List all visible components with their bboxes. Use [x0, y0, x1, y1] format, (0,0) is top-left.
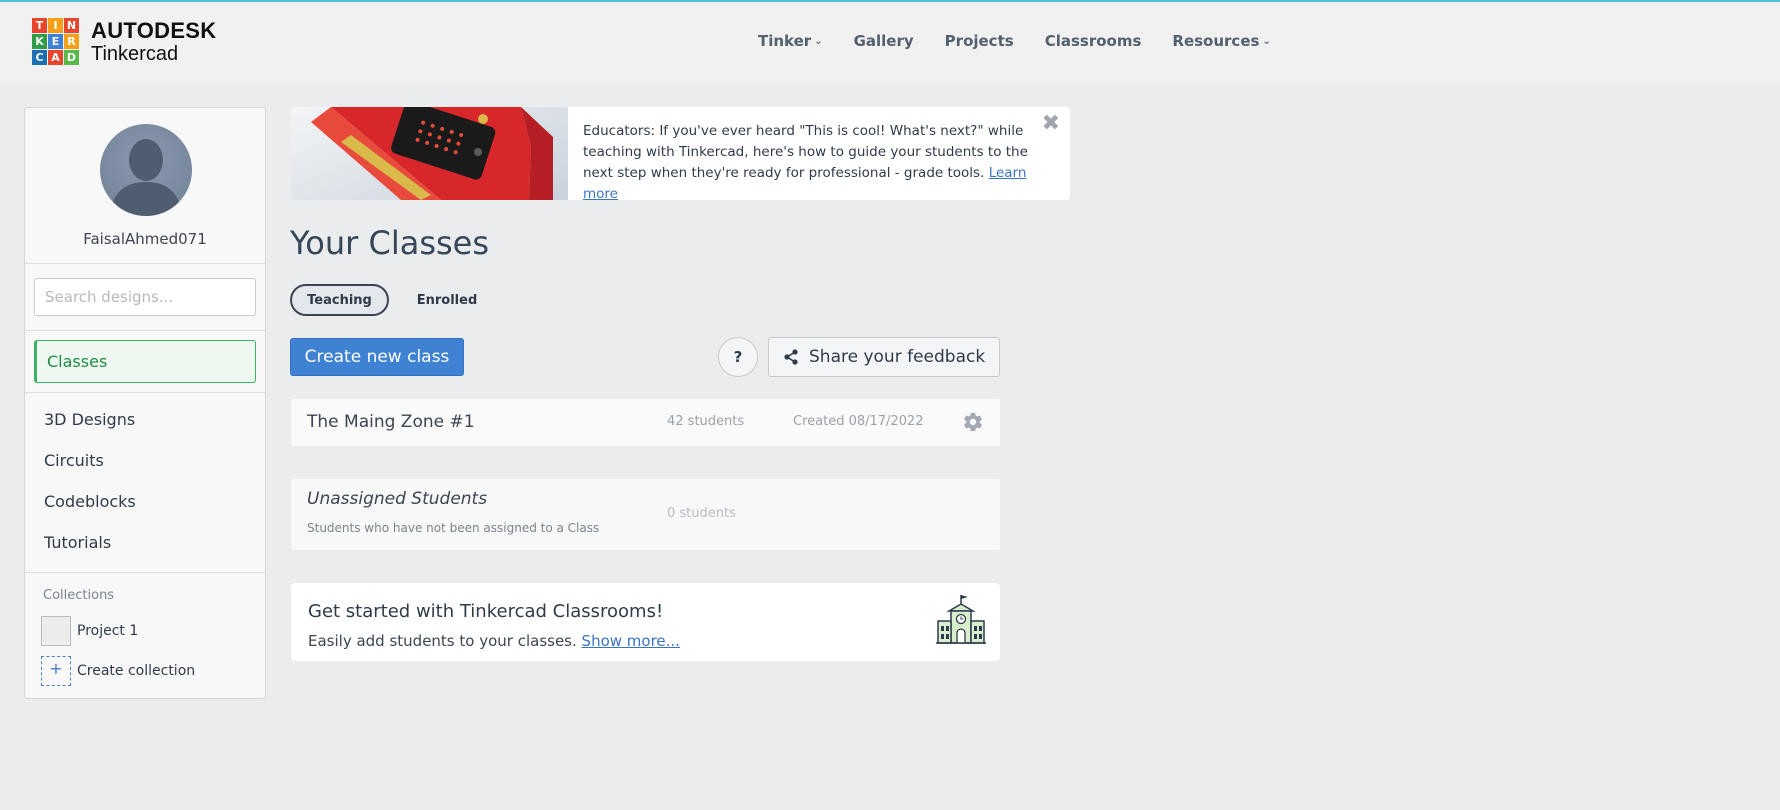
top-navigation-bar: TINKERCAD AUTODESK Tinkercad Tinker ⌄ Gal…	[0, 0, 1780, 82]
nav-resources-label: Resources	[1172, 32, 1260, 50]
logo-letter: C	[32, 50, 47, 65]
help-button[interactable]: ?	[718, 337, 758, 377]
sidebar-item-codeblocks[interactable]: Codeblocks	[44, 492, 136, 511]
collection-item[interactable]: Project 1	[41, 616, 138, 646]
create-collection-label: Create collection	[77, 663, 196, 679]
class-row[interactable]: The Maing Zone #1 42 students Created 08…	[291, 399, 1000, 446]
username[interactable]: FaisalAhmed071	[25, 230, 265, 248]
logo-autodesk: AUTODESK	[91, 17, 217, 43]
educator-banner: Educators: If you've ever heard "This is…	[291, 107, 1070, 200]
class-name[interactable]: The Maing Zone #1	[307, 412, 475, 432]
sidebar-item-tutorials[interactable]: Tutorials	[44, 533, 111, 552]
collections-heading: Collections	[43, 588, 115, 603]
logo-letter: D	[64, 50, 79, 65]
logo-letter: K	[32, 34, 47, 49]
banner-message: Educators: If you've ever heard "This is…	[583, 123, 1028, 181]
plus-icon: +	[41, 656, 71, 686]
sidebar-item-3d-designs[interactable]: 3D Designs	[44, 410, 135, 429]
get-started-description: Easily add students to your classes. Sho…	[308, 632, 680, 650]
tinkercad-logo[interactable]: TIN KER CAD AUTODESK Tinkercad	[32, 18, 216, 65]
page-title: Your Classes	[290, 224, 490, 262]
nav-projects-label: Projects	[944, 32, 1014, 50]
microbit-illustration	[311, 107, 553, 200]
get-started-text: Easily add students to your classes.	[308, 632, 577, 650]
nav-tinker[interactable]: Tinker ⌄	[758, 32, 823, 50]
banner-text: Educators: If you've ever heard "This is…	[583, 121, 1053, 200]
nav-classrooms-label: Classrooms	[1044, 32, 1142, 50]
logo-letter: R	[64, 34, 79, 49]
unassigned-students-row[interactable]: Unassigned Students Students who have no…	[291, 479, 1000, 550]
banner-image	[291, 107, 568, 200]
share-icon	[784, 349, 798, 365]
nav-projects[interactable]: Projects	[945, 32, 1014, 50]
chevron-down-icon: ⌄	[814, 35, 823, 47]
create-collection-button[interactable]: + Create collection	[41, 656, 195, 686]
logo-letter-grid: TIN KER CAD	[32, 18, 79, 65]
unassigned-description: Students who have not been assigned to a…	[307, 521, 600, 535]
divider	[25, 330, 265, 331]
share-feedback-label: Share your feedback	[809, 347, 986, 367]
class-created-date: Created 08/17/2022	[793, 414, 924, 429]
create-new-class-button[interactable]: Create new class	[290, 338, 464, 376]
logo-letter: I	[48, 18, 63, 33]
avatar[interactable]	[100, 124, 192, 216]
class-student-count: 42 students	[667, 414, 745, 429]
logo-wordmark: AUTODESK Tinkercad	[91, 17, 217, 65]
get-started-card: Get started with Tinkercad Classrooms! E…	[291, 583, 1000, 661]
tab-enrolled[interactable]: Enrolled	[414, 284, 480, 316]
sidebar: FaisalAhmed071 Classes 3D Designs Circui…	[24, 107, 266, 699]
tab-teaching[interactable]: Teaching	[290, 284, 389, 316]
school-building-icon	[935, 593, 987, 649]
gear-icon[interactable]	[962, 411, 984, 437]
divider	[25, 392, 265, 393]
nav-classrooms[interactable]: Classrooms	[1045, 32, 1142, 50]
collection-thumbnail	[41, 616, 71, 646]
share-feedback-button[interactable]: Share your feedback	[768, 337, 1000, 377]
sidebar-item-circuits[interactable]: Circuits	[44, 451, 104, 470]
unassigned-student-count: 0 students	[667, 506, 736, 521]
logo-letter: T	[32, 18, 47, 33]
nav-tinker-label: Tinker	[758, 32, 812, 50]
logo-letter: N	[64, 18, 79, 33]
logo-tinkercad: Tinkercad	[91, 42, 179, 65]
close-icon[interactable]: ✖	[1042, 113, 1060, 135]
user-silhouette-icon	[110, 139, 182, 216]
nav-gallery-label: Gallery	[853, 32, 914, 50]
show-more-link[interactable]: Show more...	[582, 632, 680, 650]
sidebar-item-classes[interactable]: Classes	[34, 340, 256, 383]
collection-label: Project 1	[77, 623, 139, 639]
search-designs-input[interactable]	[34, 278, 256, 316]
logo-letter: A	[48, 50, 63, 65]
main-nav: Tinker ⌄ Gallery Projects Classrooms Reso…	[758, 32, 1302, 50]
unassigned-title: Unassigned Students	[307, 489, 488, 509]
divider	[25, 263, 265, 264]
get-started-title: Get started with Tinkercad Classrooms!	[308, 601, 664, 622]
nav-resources[interactable]: Resources ⌄	[1172, 32, 1270, 50]
chevron-down-icon: ⌄	[1262, 35, 1271, 47]
nav-gallery[interactable]: Gallery	[854, 32, 914, 50]
logo-letter: E	[48, 34, 63, 49]
divider	[25, 572, 265, 573]
sidebar-item-classes-label: Classes	[47, 352, 108, 371]
